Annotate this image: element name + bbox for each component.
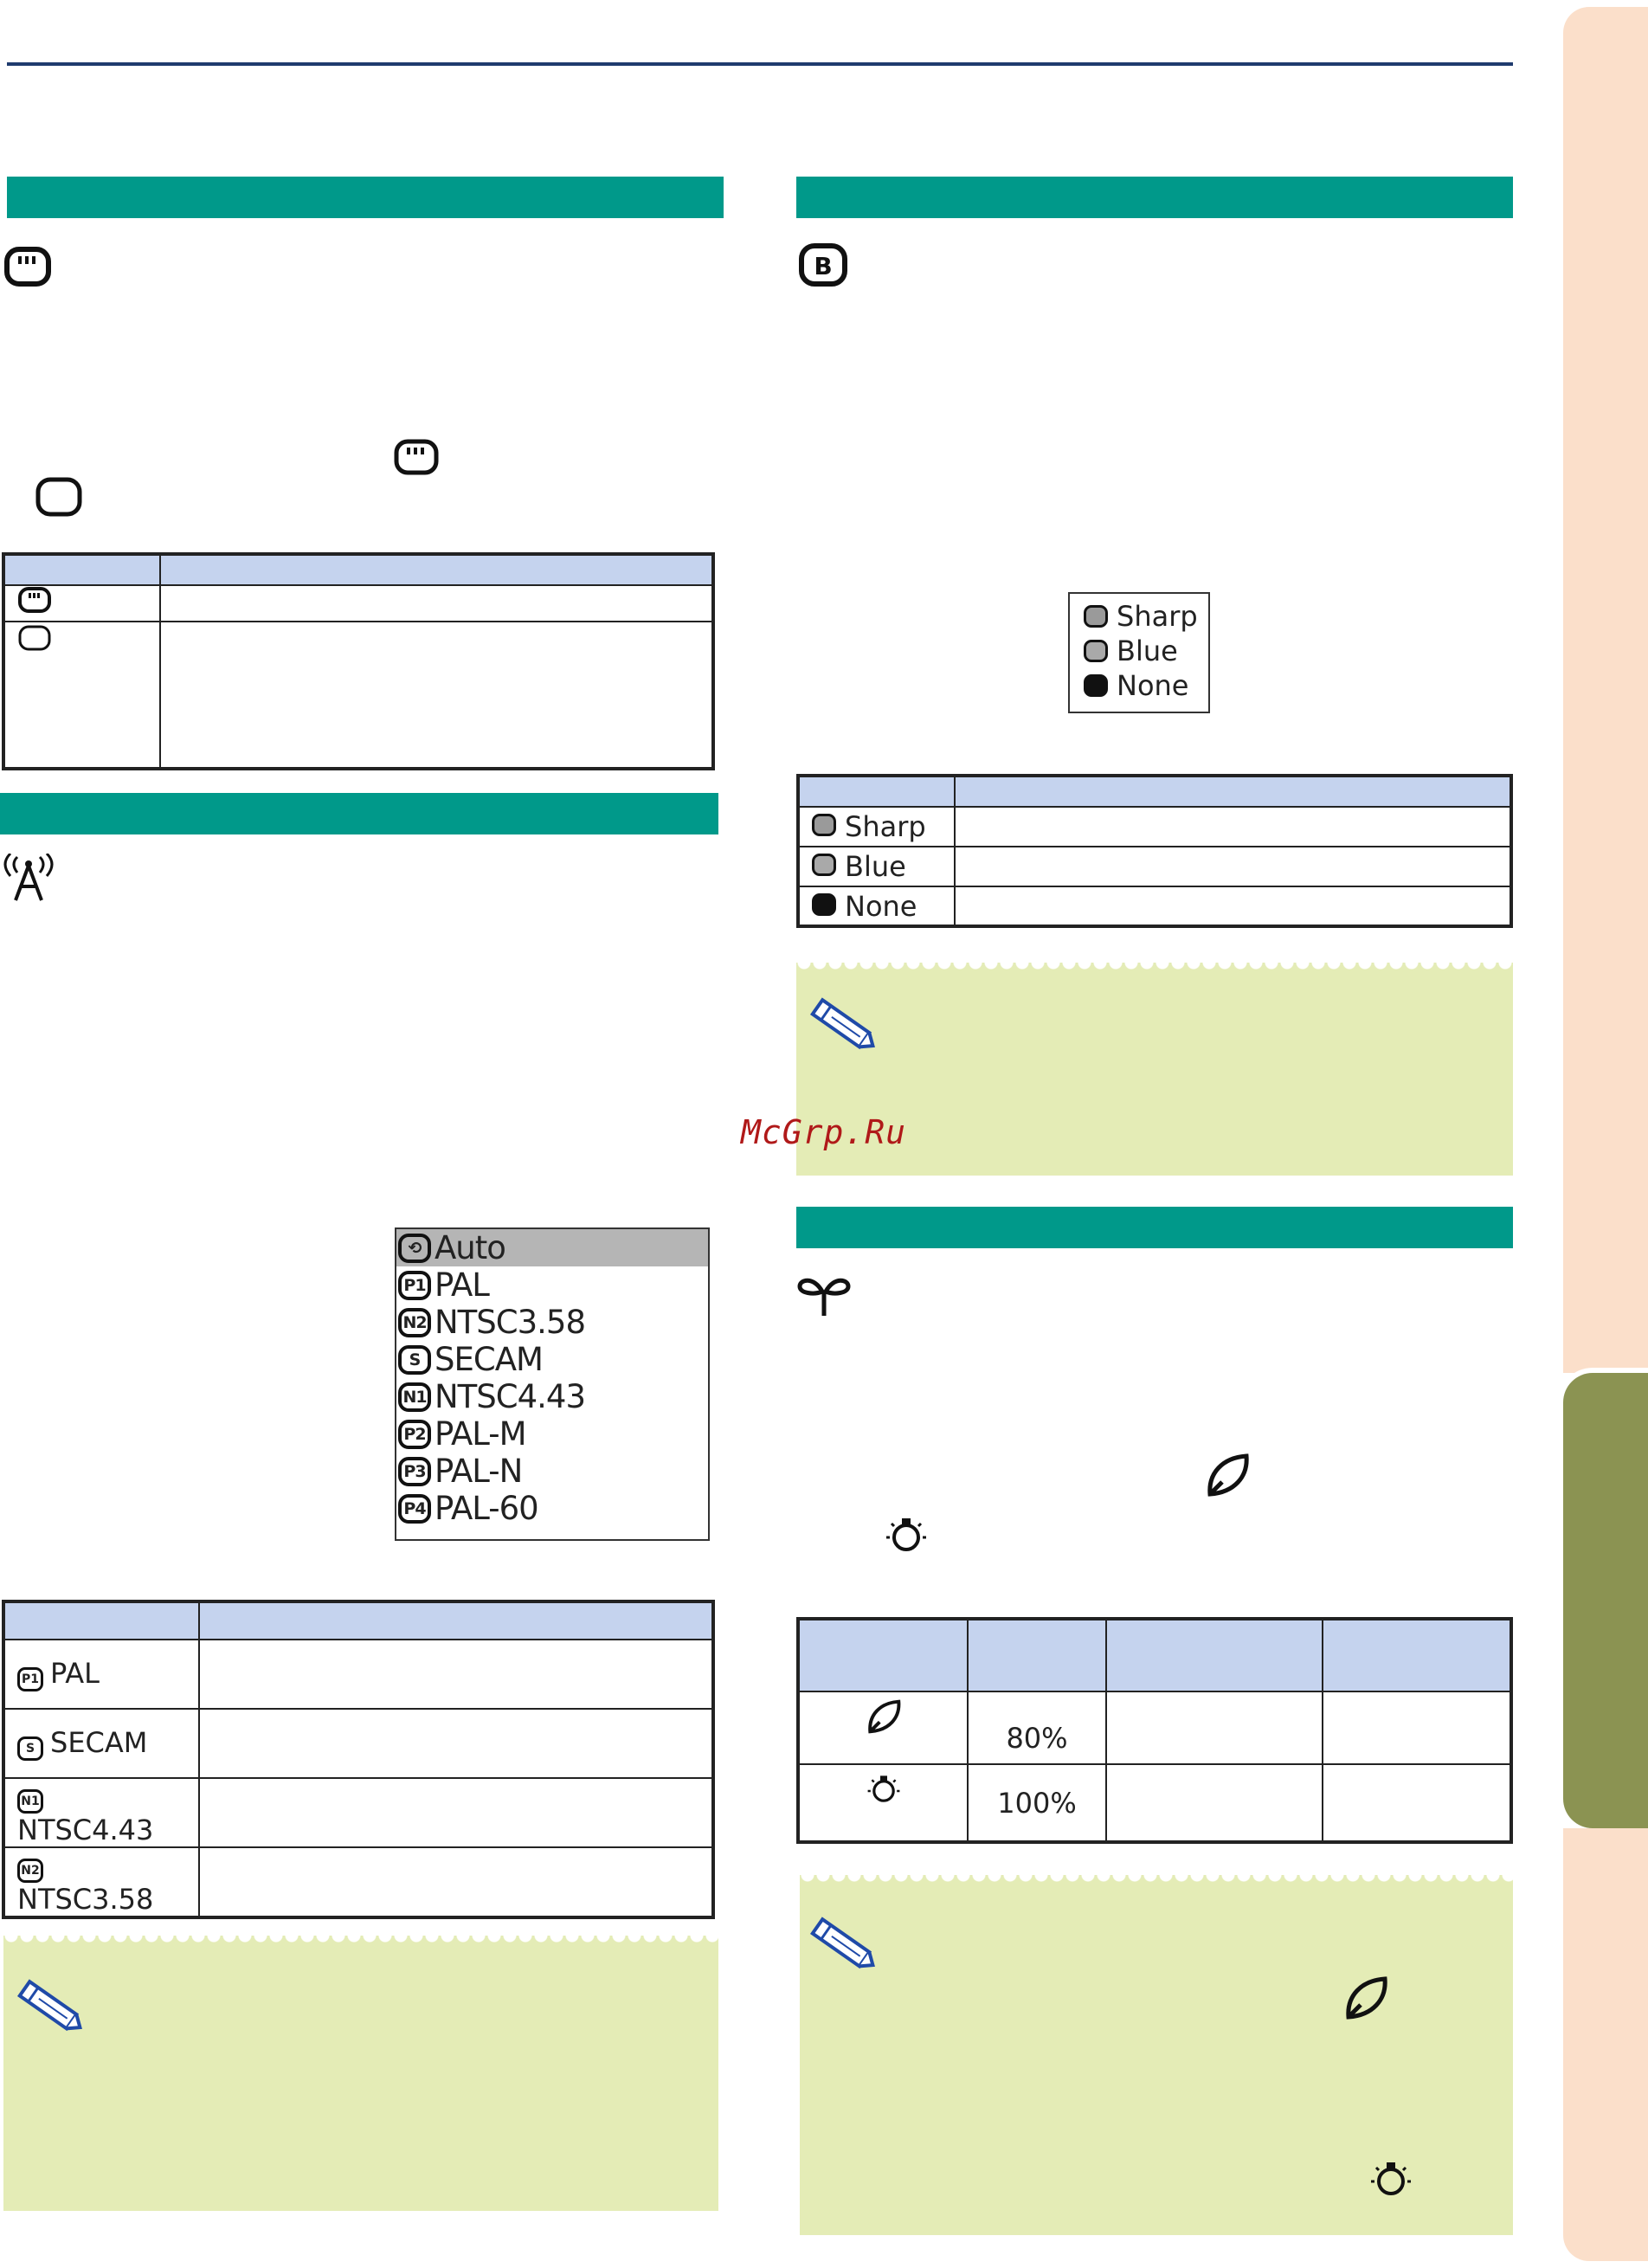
- table-row: S SECAM: [3, 1708, 200, 1779]
- p3-badge-icon: P3: [398, 1456, 431, 1486]
- background-option-blue[interactable]: Blue: [1070, 634, 1208, 668]
- table-row: None: [797, 886, 956, 927]
- section-band-4: [796, 1207, 1513, 1248]
- table-row: Sharp: [797, 806, 956, 847]
- s-badge-icon: S: [398, 1344, 431, 1375]
- blue-square-icon: [812, 854, 836, 876]
- n2-badge-icon: N2: [398, 1307, 431, 1337]
- eco-sprout-icon: [796, 1273, 852, 1318]
- background-option-sharp[interactable]: Sharp: [1070, 599, 1208, 634]
- eco-leaf-icon: [867, 1699, 900, 1734]
- pencil-note-icon: [14, 1979, 87, 2038]
- side-tab-active: [1563, 1373, 1648, 1828]
- table-row: N1NTSC4.43: [3, 1777, 200, 1848]
- tv-system-option-pal[interactable]: P1 PAL: [396, 1266, 708, 1304]
- svg-text:B: B: [814, 252, 832, 280]
- tv-system-table: P1 PAL S SECAM N1NTSC4.43 N2NTSC3.58: [2, 1600, 715, 1919]
- eco-leaf-icon: [1203, 1451, 1252, 1499]
- header-rule: [7, 62, 1513, 66]
- section-band-3: [796, 177, 1513, 218]
- p4-badge-icon: P4: [398, 1493, 431, 1524]
- note-box-1: [3, 1936, 718, 2211]
- auto-icon: ⟲: [398, 1233, 431, 1263]
- table-row: Blue: [797, 846, 956, 887]
- antenna-tv-system-icon: [0, 854, 57, 904]
- table-row: 80%: [797, 1691, 1512, 1765]
- black-square-icon: [1084, 674, 1108, 697]
- sharp-logo-icon: [1084, 605, 1108, 628]
- eco-mode-table: 80% 100%: [796, 1617, 1513, 1844]
- stretch-table-row-2: [3, 621, 161, 770]
- tv-system-option-ntsc358[interactable]: N2 NTSC3.58: [396, 1304, 708, 1341]
- sharp-logo-icon: [812, 814, 836, 836]
- blue-square-icon: [1084, 640, 1108, 662]
- pencil-note-icon: [807, 1917, 879, 1975]
- section-band-1: [7, 177, 724, 218]
- stretch-remote-button-icon: [393, 438, 440, 476]
- standard-lamp-icon: [1368, 2155, 1414, 2202]
- black-square-icon: [812, 892, 836, 916]
- background-option-none[interactable]: None: [1070, 668, 1208, 703]
- standard-lamp-icon: [883, 1511, 930, 1555]
- tv-system-option-pal-m[interactable]: P2 PAL-M: [396, 1415, 708, 1453]
- blank-icon: [18, 625, 51, 651]
- background-menu: Sharp Blue None: [1068, 592, 1210, 713]
- s-badge-icon: S: [17, 1736, 43, 1761]
- b-remote-button-icon: B: [798, 242, 848, 287]
- n2-badge-icon: N2: [17, 1859, 43, 1883]
- p2-badge-icon: P2: [398, 1419, 431, 1449]
- tv-system-option-pal-n[interactable]: P3 PAL-N: [396, 1453, 708, 1490]
- tv-system-option-secam[interactable]: S SECAM: [396, 1341, 708, 1378]
- blank-remote-button-icon: [35, 476, 83, 518]
- table-row: 100%: [797, 1763, 1512, 1843]
- stretch-table-row-1: [3, 584, 161, 622]
- stretch-table: [2, 552, 715, 770]
- side-tab-lower: [1563, 1828, 1648, 2261]
- tv-system-option-auto[interactable]: ⟲ Auto: [396, 1229, 708, 1266]
- standard-lamp-icon: [867, 1775, 899, 1802]
- side-tab-upper: [1563, 7, 1648, 1373]
- eco-leaf-icon: [1342, 1974, 1390, 2026]
- n1-badge-icon: N1: [398, 1382, 431, 1412]
- tv-system-menu: ⟲ Auto P1 PAL N2 NTSC3.58 S SECAM N1 NTSC4.43…: [395, 1227, 710, 1541]
- pencil-note-icon: [807, 997, 879, 1056]
- tv-system-option-ntsc443[interactable]: N1 NTSC4.43: [396, 1378, 708, 1415]
- section-band-2: [0, 793, 718, 834]
- table-row: P1 PAL: [3, 1639, 200, 1710]
- n1-badge-icon: N1: [17, 1789, 43, 1814]
- tv-system-option-pal-60[interactable]: P4 PAL-60: [396, 1490, 708, 1527]
- p1-badge-icon: P1: [17, 1667, 43, 1691]
- stretch-remote-button-icon: [3, 246, 52, 287]
- note-box-3: [800, 1875, 1513, 2235]
- watermark-text: McGrp.Ru: [741, 1113, 907, 1151]
- background-table: Sharp Blue None: [796, 774, 1513, 928]
- stretch-icon: [18, 587, 51, 613]
- p1-badge-icon: P1: [398, 1270, 431, 1300]
- table-row: N2NTSC3.58: [3, 1846, 200, 1918]
